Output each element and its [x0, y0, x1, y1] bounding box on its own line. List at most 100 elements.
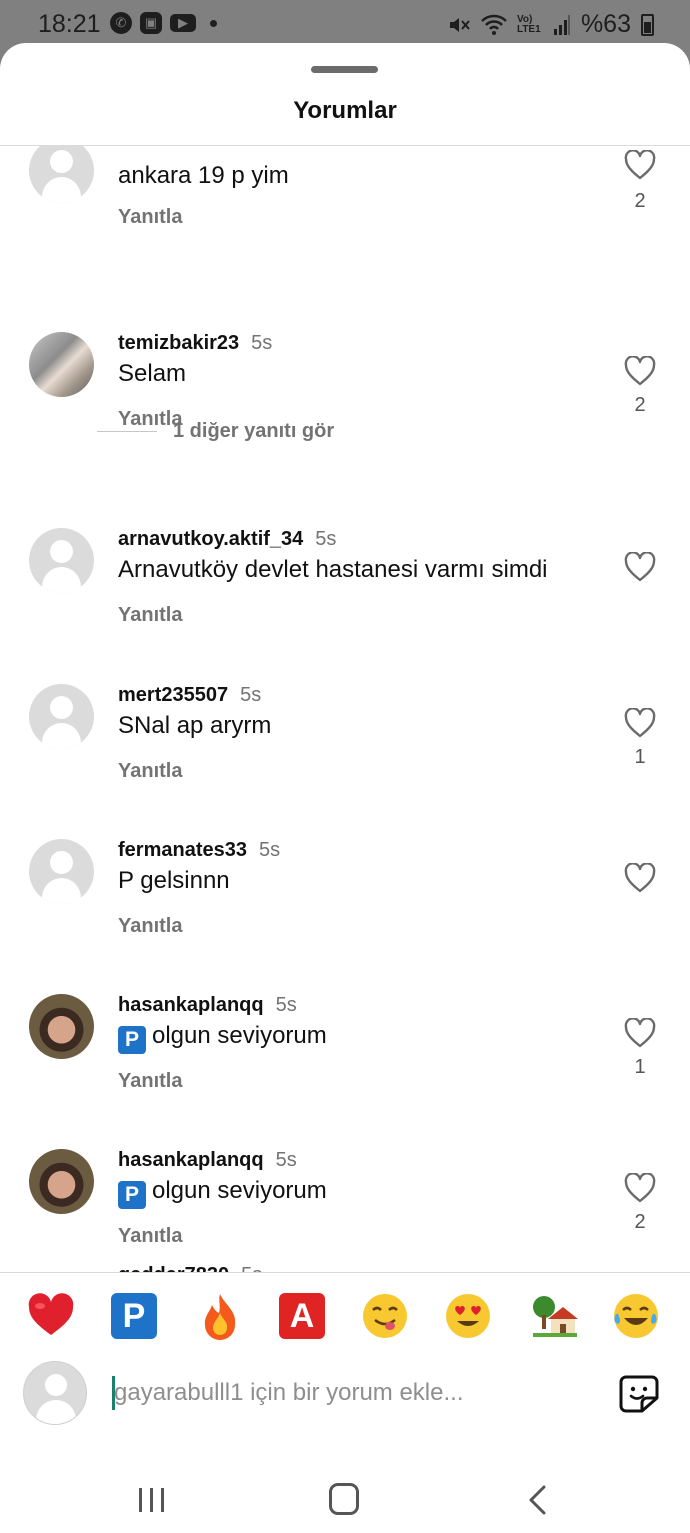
yum-face-features: [372, 1306, 398, 1330]
comments-list[interactable]: tsude_r5s ankara 19 p yim Yanıtla 2 temi…: [0, 146, 690, 1273]
p-button-emoji: P: [118, 1181, 146, 1209]
comment-time: 5s: [240, 684, 262, 706]
status-left-icons: ✆ ▣ ▶: [110, 12, 217, 34]
reply-button[interactable]: Yanıtla: [118, 760, 182, 783]
avatar[interactable]: [29, 332, 94, 397]
comment-header: temizbakir23 5s: [118, 332, 272, 355]
comment-username[interactable]: temizbakir23: [118, 332, 239, 354]
avatar[interactable]: [29, 528, 94, 593]
reply-button[interactable]: Yanıtla: [118, 915, 182, 938]
heart-icon[interactable]: [624, 1173, 656, 1203]
comment-item: hasankaplanqq 5s Polgun seviyorum Yanıtla…: [0, 1149, 690, 1273]
comment-item: mert235507 5s SNal ap aryrm Yanıtla 1: [0, 684, 690, 834]
wifi-icon: [481, 14, 507, 35]
like-count: 2: [634, 1211, 646, 1233]
comment-text: ankara 19 p yim: [118, 162, 289, 189]
comment-header: mert235507 5s: [118, 684, 261, 707]
comment-header: fermanates33 5s: [118, 839, 280, 862]
sheet-title: Yorumlar: [293, 97, 397, 124]
like-count: 1: [634, 1056, 646, 1078]
heart-eyes-features: [455, 1306, 481, 1326]
comment-text: Arnavutköy devlet hastanesi varmı simdi: [118, 556, 548, 583]
more-notifications-dot: [210, 19, 217, 27]
comment-text: Polgun seviyorum: [118, 1177, 327, 1209]
notification-icon: ▣: [140, 12, 162, 34]
network-label: Vo) LTE1: [516, 13, 541, 35]
recent-apps-icon[interactable]: [137, 1486, 167, 1514]
comment-composer: [0, 1361, 690, 1431]
a-button-emoji[interactable]: A: [279, 1293, 325, 1339]
heart-eyes-emoji[interactable]: [446, 1291, 496, 1341]
system-nav-bar: [0, 1466, 690, 1533]
home-icon[interactable]: [329, 1483, 359, 1515]
avatar[interactable]: [29, 994, 94, 1059]
avatar[interactable]: [29, 839, 94, 904]
avatar[interactable]: [29, 146, 94, 203]
status-right-icons: Vo) LTE1 %63: [447, 10, 654, 39]
battery-percent: %63: [580, 10, 631, 38]
battery-icon: [641, 13, 654, 36]
sticker-icon[interactable]: [618, 1374, 660, 1414]
like-count: 1: [634, 746, 646, 768]
reply-button[interactable]: Yanıtla: [118, 604, 182, 627]
heart-icon[interactable]: [624, 863, 656, 893]
comment-header: arnavutkoy.aktif_34 5s: [118, 528, 336, 551]
tears-face-features: [614, 1306, 657, 1325]
comments-sheet: Yorumlar tsude_r5s ankara 19 p yim Yanıt…: [0, 43, 690, 1533]
house-garden-emoji[interactable]: [530, 1291, 580, 1341]
comment-username[interactable]: hasankaplanqq: [118, 994, 264, 1016]
view-more-replies-label[interactable]: 1 diğer yanıtı gör: [173, 420, 334, 443]
comment-header: tsude_r5s: [118, 146, 223, 147]
comment-text: Polgun seviyorum: [118, 1022, 327, 1054]
comment-item: hasankaplanqq 5s Polgun seviyorum Yanıtla…: [0, 994, 690, 1144]
comment-text-content: olgun seviyorum: [152, 1177, 327, 1204]
emoji-bar: P A: [0, 1291, 690, 1345]
reply-button[interactable]: Yanıtla: [118, 206, 182, 229]
tears-of-joy-emoji[interactable]: [614, 1291, 664, 1341]
avatar[interactable]: [29, 684, 94, 749]
comment-username[interactable]: fermanates33: [118, 839, 247, 861]
comment-item: arnavutkoy.aktif_34 5s Arnavutköy devlet …: [0, 528, 690, 678]
heart-icon[interactable]: [624, 150, 656, 180]
comment-time: 5s: [275, 994, 297, 1016]
heart-icon[interactable]: [624, 552, 656, 582]
comment-text: P gelsinnn: [118, 867, 230, 894]
comment-time: 5s: [251, 332, 273, 354]
p-button-emoji: P: [118, 1026, 146, 1054]
comment-item: tsude_r5s ankara 19 p yim Yanıtla 2: [0, 146, 690, 288]
my-avatar: [23, 1361, 87, 1425]
heart-icon[interactable]: [624, 356, 656, 386]
avatar[interactable]: [29, 1149, 94, 1214]
replies-divider-line: [97, 431, 157, 432]
comment-item: temizbakir23 5s Selam Yanıtla 2: [0, 332, 690, 482]
back-icon[interactable]: [526, 1484, 550, 1516]
comment-item: fermanates33 5s P gelsinnn Yanıtla: [0, 839, 690, 989]
comment-username[interactable]: arnavutkoy.aktif_34: [118, 528, 303, 550]
composer-divider: [0, 1272, 690, 1273]
comment-input[interactable]: [112, 1373, 592, 1413]
yum-face-emoji[interactable]: [363, 1291, 413, 1341]
comment-text: SNal ap aryrm: [118, 712, 272, 739]
comment-text-content: olgun seviyorum: [152, 1022, 327, 1049]
status-bar: 18:21 ✆ ▣ ▶ Vo) LTE1 %63: [0, 0, 690, 48]
heart-icon[interactable]: [624, 1018, 656, 1048]
like-count: 2: [634, 394, 646, 416]
heart-icon[interactable]: [624, 708, 656, 738]
reply-button[interactable]: Yanıtla: [118, 1070, 182, 1093]
youtube-icon: ▶: [170, 14, 196, 32]
mute-icon: [449, 17, 470, 32]
comment-username[interactable]: mert235507: [118, 684, 228, 706]
reply-button[interactable]: Yanıtla: [118, 1225, 182, 1248]
view-more-replies[interactable]: 1 diğer yanıtı gör: [97, 420, 334, 443]
fire-emoji[interactable]: [195, 1291, 245, 1341]
comment-username[interactable]: hasankaplanqq: [118, 1149, 264, 1171]
like-count: 2: [634, 190, 646, 212]
red-heart-emoji[interactable]: [26, 1291, 76, 1341]
comment-header: hasankaplanqq 5s: [118, 1149, 297, 1172]
comment-time: 5s: [258, 839, 281, 861]
p-button-emoji[interactable]: P: [111, 1293, 157, 1339]
signal-icon: [553, 14, 570, 35]
drag-handle[interactable]: [311, 66, 378, 73]
status-time: 18:21: [38, 10, 101, 38]
comment-time: 5s: [315, 528, 337, 550]
